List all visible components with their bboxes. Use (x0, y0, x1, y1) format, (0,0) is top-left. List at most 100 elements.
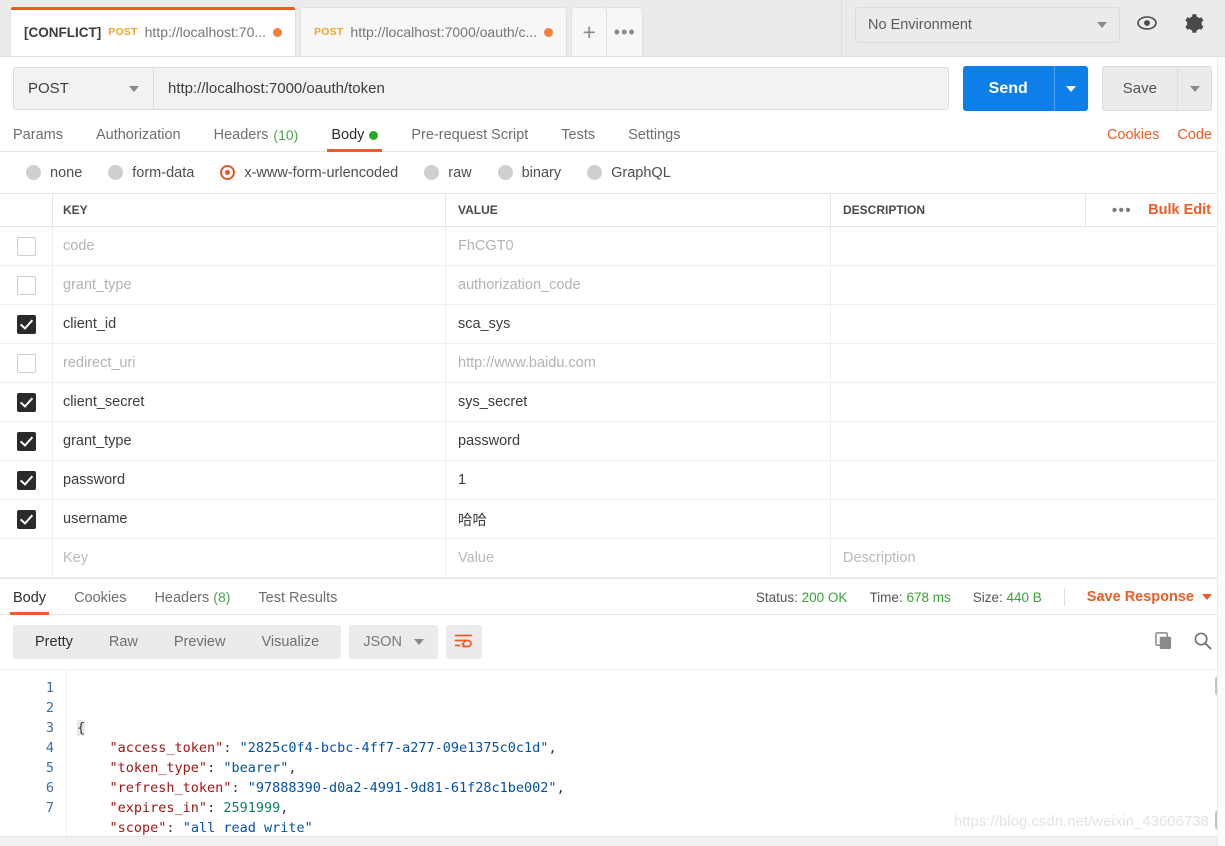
row-key-text: code (63, 238, 95, 254)
json-response-code[interactable]: { "access_token": "2825c0f4-bcbc-4ff7-a2… (66, 670, 1225, 836)
row-value-cell[interactable]: 1 (445, 461, 830, 499)
table-row[interactable]: username 哈哈 (0, 500, 1225, 539)
tab-authorization[interactable]: Authorization (96, 127, 181, 151)
row-checkbox-checked[interactable] (16, 470, 36, 490)
row-checkbox[interactable] (16, 236, 36, 256)
search-icon[interactable] (1193, 631, 1212, 653)
request-tab-1[interactable]: [CONFLICT] POST http://localhost:70... (10, 7, 297, 56)
copy-icon[interactable] (1154, 631, 1173, 653)
tab-settings[interactable]: Settings (628, 127, 680, 151)
row-description-cell[interactable] (830, 500, 1225, 538)
row-value-cell[interactable]: password (445, 422, 830, 460)
table-row[interactable]: client_secret sys_secret (0, 383, 1225, 422)
response-tab-body[interactable]: Body (9, 590, 50, 615)
row-description-cell[interactable] (830, 266, 1225, 304)
row-key-cell[interactable]: client_secret (52, 383, 445, 421)
row-description-cell[interactable] (830, 344, 1225, 382)
row-value-cell[interactable]: 哈哈 (445, 500, 830, 538)
row-checkbox-checked[interactable] (16, 431, 36, 451)
tab-pre-request-script[interactable]: Pre-request Script (411, 127, 528, 151)
table-row[interactable]: code FhCGT0 (0, 227, 1225, 266)
tab-params[interactable]: Params (13, 127, 63, 151)
environment-selector[interactable]: No Environment (855, 6, 1120, 43)
row-checkbox-checked[interactable] (16, 314, 36, 334)
row-key-cell[interactable]: client_id (52, 305, 445, 343)
row-checkbox-checked[interactable] (16, 392, 36, 412)
row-description-cell[interactable] (830, 227, 1225, 265)
word-wrap-button[interactable] (445, 625, 482, 659)
json-token-k: "access_token" (109, 740, 224, 756)
table-row[interactable]: redirect_uri http://www.baidu.com (0, 344, 1225, 383)
body-type-x-www-form-urlencoded[interactable]: x-www-form-urlencoded (220, 165, 398, 181)
tab-body[interactable]: Body (327, 127, 383, 152)
body-type-form-data[interactable]: form-data (108, 165, 194, 181)
bulk-edit-link[interactable]: Bulk Edit (1148, 202, 1211, 218)
row-value-cell[interactable]: http://www.baidu.com (445, 344, 830, 382)
send-button-group: Send (962, 66, 1088, 111)
body-type-binary[interactable]: binary (497, 164, 562, 181)
table-row[interactable]: password 1 (0, 461, 1225, 500)
row-description-cell[interactable] (830, 422, 1225, 460)
view-mode-preview[interactable]: Preview (156, 625, 244, 659)
save-options-button[interactable] (1178, 66, 1212, 111)
row-description-cell[interactable] (830, 461, 1225, 499)
table-row-empty[interactable]: Key Value Description (0, 539, 1225, 578)
row-key-cell[interactable]: grant_type (52, 422, 445, 460)
response-tab-test-results[interactable]: Test Results (258, 590, 337, 614)
settings-button[interactable] (1174, 6, 1212, 43)
row-checkbox-checked[interactable] (16, 509, 36, 529)
row-value-cell[interactable]: sca_sys (445, 305, 830, 343)
save-button[interactable]: Save (1101, 66, 1178, 111)
row-key-cell[interactable]: redirect_uri (52, 344, 445, 382)
row-description-cell[interactable] (830, 383, 1225, 421)
table-row[interactable]: client_id sca_sys (0, 305, 1225, 344)
code-link[interactable]: Code (1177, 127, 1212, 143)
cookies-link[interactable]: Cookies (1107, 127, 1159, 143)
tab-headers[interactable]: Headers (10) (214, 127, 299, 151)
line-number: 7 (45, 800, 54, 816)
request-section-tabs: Params Authorization Headers (10) Body P… (0, 120, 1225, 152)
send-options-button[interactable] (1053, 66, 1088, 111)
request-tab-2[interactable]: POST http://localhost:7000/oauth/c... (300, 7, 568, 56)
request-tab-2-url: http://localhost:7000/oauth/c... (350, 24, 538, 40)
response-tab-headers[interactable]: Headers (8) (154, 589, 230, 614)
environment-quick-look-button[interactable] (1128, 6, 1166, 43)
row-checkbox[interactable] (16, 353, 36, 373)
http-method-selector[interactable]: POST (13, 67, 153, 110)
new-value-input[interactable]: Value (445, 539, 830, 577)
new-key-input[interactable]: Key (52, 539, 445, 577)
row-checkbox[interactable] (16, 275, 36, 295)
body-type-none[interactable]: none (26, 165, 82, 181)
url-input[interactable]: http://localhost:7000/oauth/token (153, 67, 949, 110)
body-type-binary-label: binary (521, 164, 562, 181)
table-options-icon[interactable]: ••• (1112, 202, 1132, 219)
row-value-cell[interactable]: authorization_code (445, 266, 830, 304)
response-format-selector[interactable]: JSON (349, 625, 438, 659)
tabbar-right-controls: No Environment (841, 0, 1225, 56)
row-description-cell[interactable] (830, 305, 1225, 343)
line-number: 5 (45, 760, 54, 776)
save-response-button[interactable]: Save Response (1087, 589, 1212, 605)
body-type-graphql[interactable]: GraphQL (587, 165, 671, 181)
tab-tests[interactable]: Tests (561, 127, 595, 151)
table-row[interactable]: grant_type password (0, 422, 1225, 461)
row-key-cell[interactable]: username (52, 500, 445, 538)
row-key-cell[interactable]: code (52, 227, 445, 265)
body-type-raw[interactable]: raw (424, 165, 472, 181)
row-value-cell[interactable]: FhCGT0 (445, 227, 830, 265)
save-button-group: Save (1101, 66, 1212, 111)
new-description-input[interactable]: Description (830, 539, 1225, 577)
row-value-cell[interactable]: sys_secret (445, 383, 830, 421)
response-body-viewer[interactable]: 1 2 3 4 5 6 7 { "access_token": "2825c0f… (0, 669, 1225, 836)
response-tab-cookies[interactable]: Cookies (74, 590, 126, 614)
table-row[interactable]: grant_type authorization_code (0, 266, 1225, 305)
send-button[interactable]: Send (962, 66, 1054, 111)
new-tab-button[interactable]: + (571, 7, 608, 56)
view-mode-pretty[interactable]: Pretty (17, 625, 91, 659)
tab-options-button[interactable]: ••• (607, 7, 644, 56)
view-mode-visualize[interactable]: Visualize (243, 625, 337, 659)
new-value-placeholder: Value (458, 550, 495, 566)
row-key-cell[interactable]: grant_type (52, 266, 445, 304)
view-mode-raw[interactable]: Raw (91, 625, 156, 659)
row-key-cell[interactable]: password (52, 461, 445, 499)
